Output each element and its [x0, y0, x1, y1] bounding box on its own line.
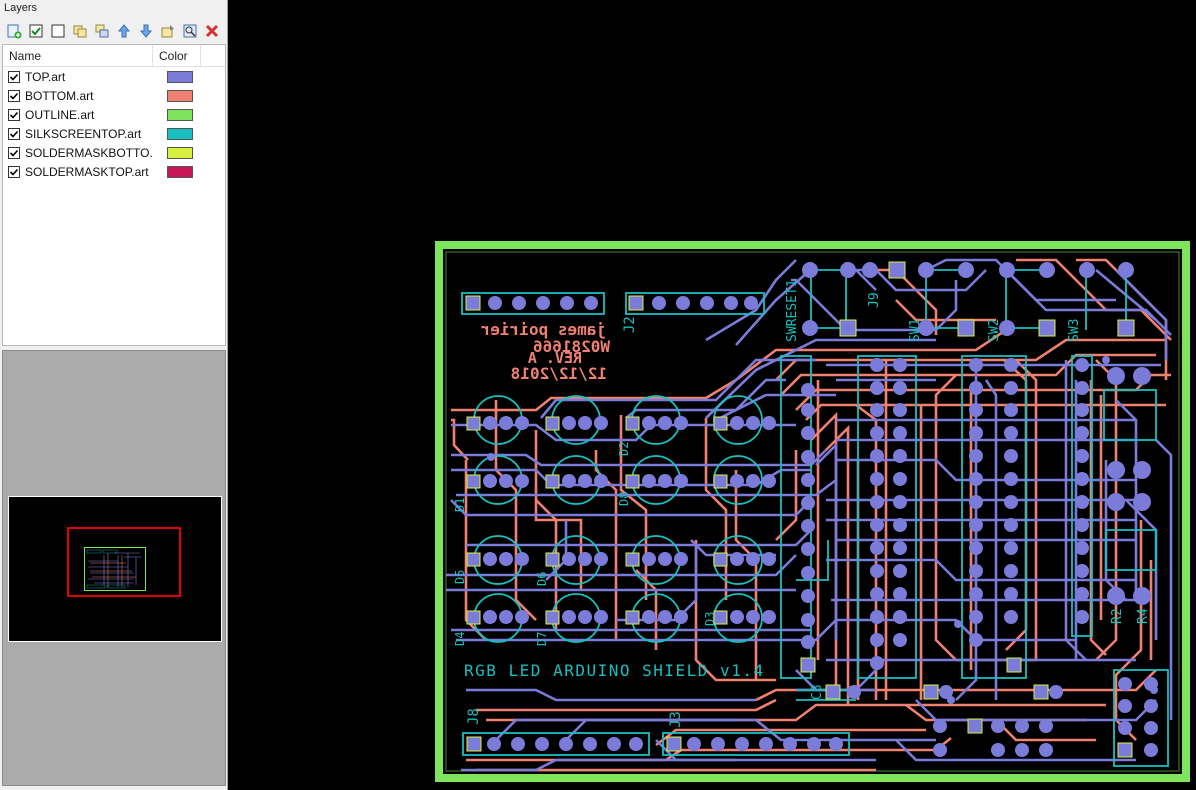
label-d3: D3 [703, 612, 717, 626]
layer-toolbar [2, 20, 226, 42]
layer-row[interactable]: SILKSCREENTOP.art [3, 124, 225, 143]
label-j3: J3 [668, 711, 684, 728]
layer-color-swatch[interactable] [167, 89, 193, 102]
uncheck-all-icon[interactable] [48, 22, 67, 41]
pcb-board: james poirier W0281666 REV. A 12/12/2018… [435, 241, 1190, 782]
date-text: 12/12/2018 [511, 364, 607, 383]
check-icon [9, 168, 19, 176]
layer-name: OUTLINE.art [25, 107, 95, 122]
overview-viewport-rect[interactable] [67, 527, 181, 597]
check-icon [9, 92, 19, 100]
layer-row[interactable]: BOTTOM.art [3, 86, 225, 105]
layer-checkbox[interactable] [8, 165, 20, 178]
layer-row[interactable]: SOLDERMASKBOTTO... [3, 143, 225, 162]
check-icon [9, 111, 19, 119]
copy-layer-icon[interactable] [70, 22, 89, 41]
label-j8: J8 [466, 708, 482, 725]
app-window: Layers Name Color TOP.art BOTTOM.art OUT… [0, 0, 1196, 790]
layer-checkbox[interactable] [8, 127, 20, 140]
layers-panel: Layers Name Color TOP.art BOTTOM.art OUT… [0, 0, 228, 790]
label-c3: C3 [810, 684, 825, 700]
add-layer-icon[interactable] [4, 22, 23, 41]
label-swreset: SWRESET1 [785, 279, 800, 342]
layer-properties-icon[interactable] [158, 22, 177, 41]
layer-name: BOTTOM.art [25, 88, 94, 103]
column-header-color[interactable]: Color [153, 45, 201, 66]
layer-color-swatch[interactable] [167, 127, 193, 140]
column-header-name[interactable]: Name [3, 45, 153, 66]
overview-panel [2, 350, 226, 786]
label-j2: J2 [622, 316, 638, 333]
layer-name: SOLDERMASKBOTTO... [25, 145, 153, 160]
layer-row[interactable]: OUTLINE.art [3, 105, 225, 124]
layer-checkbox[interactable] [8, 108, 20, 121]
label-d6: D6 [535, 572, 549, 586]
label-d5: D5 [453, 570, 467, 584]
layer-list-header: Name Color [3, 45, 225, 67]
layer-color-swatch[interactable] [167, 70, 193, 83]
label-d4: D4 [453, 632, 467, 646]
check-icon [9, 130, 19, 138]
layer-list: Name Color TOP.art BOTTOM.art OUTLINE.ar… [2, 44, 226, 346]
layer-row[interactable]: TOP.art [3, 67, 225, 86]
check-all-icon[interactable] [26, 22, 45, 41]
arrow-up-icon[interactable] [114, 22, 133, 41]
layer-name: SOLDERMASKTOP.art [25, 164, 149, 179]
layer-rows: TOP.art BOTTOM.art OUTLINE.art SILKSCREE… [3, 67, 225, 181]
layer-name: SILKSCREENTOP.art [25, 126, 142, 141]
merge-layer-icon[interactable] [92, 22, 111, 41]
label-j9: J9 [867, 292, 882, 308]
layer-color-swatch[interactable] [167, 108, 193, 121]
pcb-canvas[interactable]: james poirier W0281666 REV. A 12/12/2018… [236, 0, 1196, 790]
board-title: RGB LED ARDUINO SHIELD v1.4 [464, 661, 765, 680]
layer-color-swatch[interactable] [167, 165, 193, 178]
label-sw1: SW1 [908, 319, 923, 342]
layer-checkbox[interactable] [8, 146, 20, 159]
label-r4: R4 [1136, 608, 1151, 624]
label-sw2: SW2 [987, 319, 1002, 342]
label-d1: D1 [453, 498, 467, 512]
check-icon [9, 73, 19, 81]
panel-title: Layers [4, 2, 38, 14]
layer-checkbox[interactable] [8, 89, 20, 102]
zoom-layer-icon[interactable] [180, 22, 199, 41]
label-d7: D7 [535, 632, 549, 646]
label-sw3: SW3 [1067, 319, 1082, 342]
check-icon [9, 149, 19, 157]
layer-color-swatch[interactable] [167, 146, 193, 159]
label-d2: D2 [617, 442, 631, 456]
overview-canvas[interactable] [8, 496, 222, 642]
label-d8: D8 [617, 492, 631, 506]
layer-name: TOP.art [25, 69, 66, 84]
label-r2: R2 [1110, 608, 1125, 624]
arrow-down-icon[interactable] [136, 22, 155, 41]
delete-icon[interactable] [202, 22, 221, 41]
layer-checkbox[interactable] [8, 70, 20, 83]
layer-row[interactable]: SOLDERMASKTOP.art [3, 162, 225, 181]
